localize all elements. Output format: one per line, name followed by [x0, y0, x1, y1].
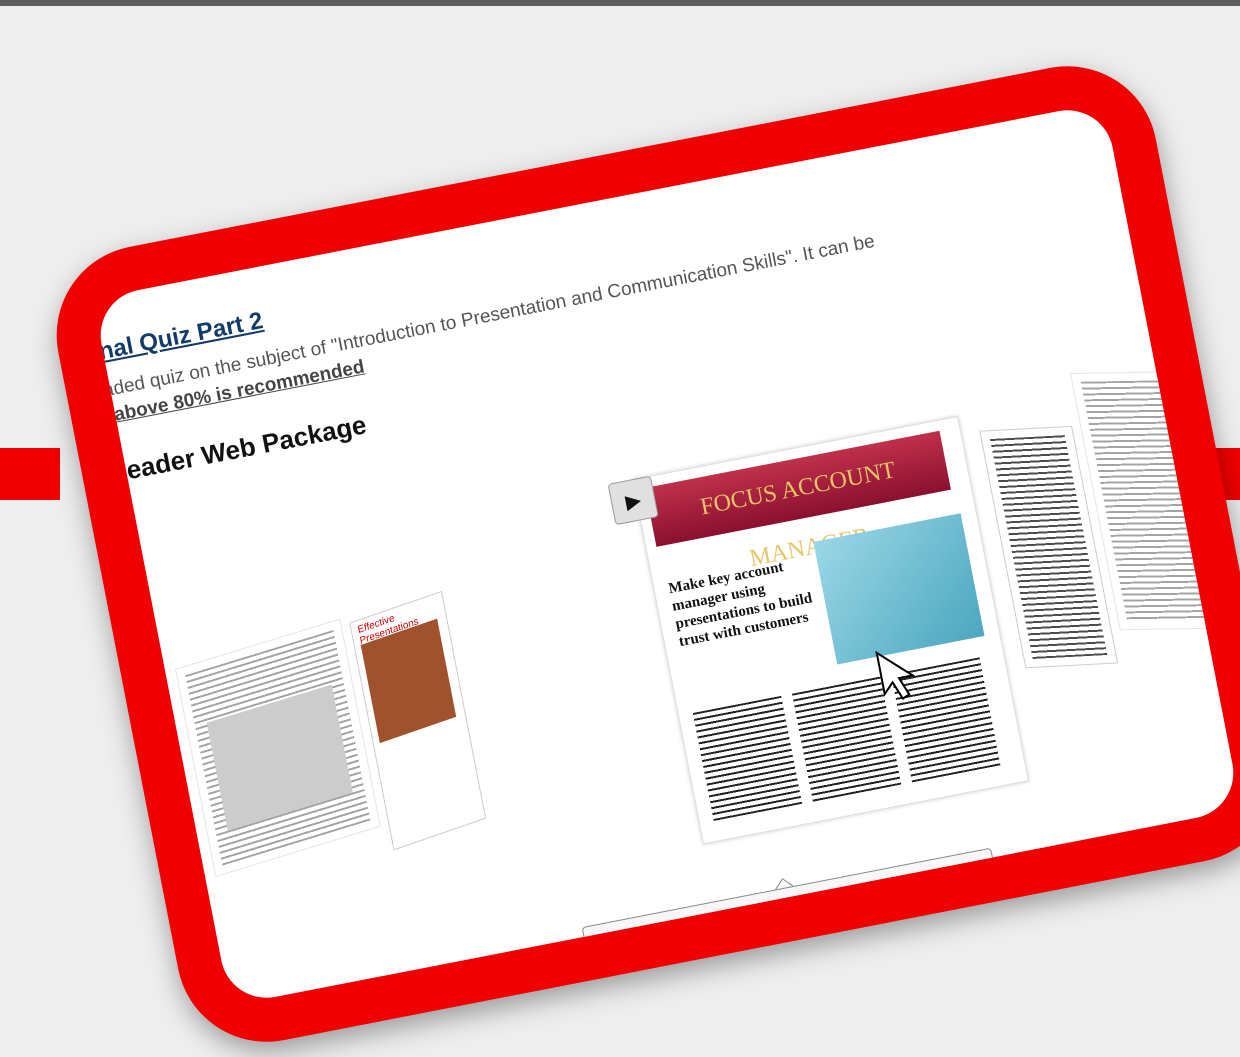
scrollbar-thumb[interactable]: [725, 968, 787, 1002]
document-headline: Make key account manager using presentat…: [667, 559, 814, 651]
document-caption: Presentations for Account Managers: [581, 847, 1000, 973]
frame-band-left: [0, 448, 60, 500]
document-figure: [813, 513, 985, 665]
document-thumbnail-selected[interactable]: FOCUS ACCOUNT MANAGER Make key account m…: [632, 415, 1029, 845]
frame-content: - Final Quiz Part 2 a graded quiz on the…: [61, 93, 1240, 1057]
cover-flow-scrollbar[interactable]: ◁ ▷: [370, 903, 1105, 1057]
document-thumbnail-left-1[interactable]: [174, 618, 381, 878]
arrow-left-icon: ◁: [384, 1046, 400, 1057]
scroll-left-button[interactable]: ◁: [371, 1039, 412, 1057]
play-button[interactable]: ▶: [607, 475, 659, 526]
top-border: [0, 0, 1240, 6]
tilted-frame: - Final Quiz Part 2 a graded quiz on the…: [41, 50, 1240, 1057]
scroll-right-button[interactable]: ▷: [1062, 904, 1103, 938]
cover-flow: Effective Presentations FOCUS ACCOUNT MA…: [133, 299, 1240, 1057]
document-column: [692, 695, 803, 821]
arrow-right-icon: ▷: [1075, 912, 1091, 932]
play-icon: ▶: [623, 488, 643, 514]
document-text-lines: [1080, 379, 1233, 622]
